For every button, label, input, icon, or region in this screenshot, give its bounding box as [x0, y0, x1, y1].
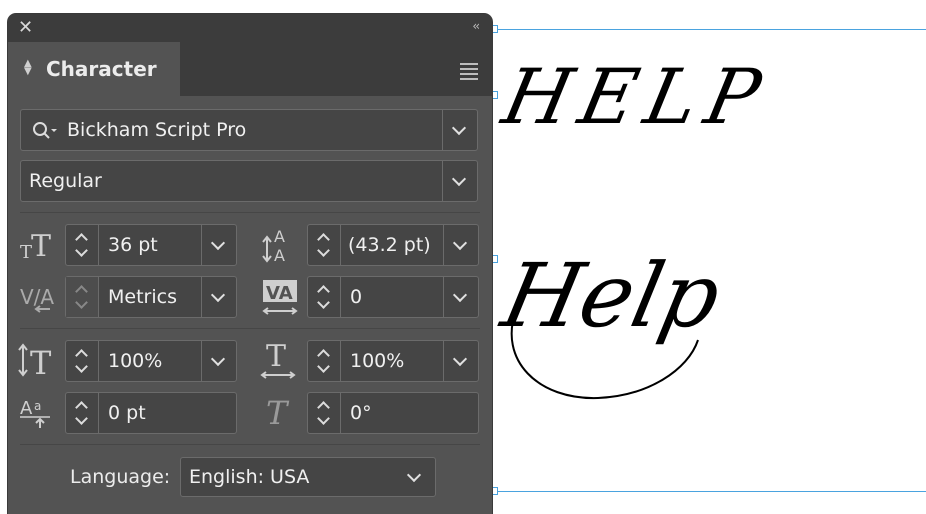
tracking-stepper[interactable] — [308, 277, 341, 317]
font-size-value: 36 pt — [108, 234, 158, 256]
baseline-shift-stepper[interactable] — [66, 393, 99, 433]
panel-tab-bar: ▲ ▼ Character — [8, 42, 492, 96]
text-frame-top-edge — [492, 29, 926, 30]
chevron-down-icon — [317, 412, 330, 425]
language-select[interactable]: English: USA — [180, 457, 436, 497]
leading-input[interactable]: (43.2 pt) — [307, 224, 479, 266]
panel-title-bar: ✕ ‹‹ — [8, 14, 492, 42]
skew-stepper[interactable] — [308, 393, 341, 433]
svg-text:T: T — [30, 344, 52, 378]
kerning-dropdown[interactable] — [201, 277, 236, 317]
horizontal-scale-value: 100% — [350, 350, 405, 372]
character-panel: ✕ ‹‹ ▲ ▼ Character Bickham Script Pro Reg… — [8, 14, 492, 514]
kerning-input[interactable]: Metrics — [65, 276, 237, 318]
horizontal-scale-input[interactable]: 100% — [307, 340, 479, 382]
kerning-stepper[interactable] — [66, 277, 99, 317]
leading-dropdown[interactable] — [443, 225, 478, 265]
tab-character-label: Character — [46, 57, 157, 81]
expand-arrows-icon[interactable]: ▲ ▼ — [24, 59, 32, 77]
baseline-shift-icon: A a — [20, 398, 50, 428]
svg-text:VA: VA — [266, 283, 293, 304]
panel-menu-icon[interactable] — [460, 63, 478, 83]
baseline-shift-input[interactable]: 0 pt — [65, 392, 237, 434]
language-label: Language: — [70, 466, 171, 488]
svg-text:A: A — [20, 398, 33, 419]
leading-value: (43.2 pt) — [348, 234, 431, 256]
font-style-dropdown[interactable] — [442, 161, 477, 201]
leading-stepper[interactable] — [308, 225, 341, 265]
horizontal-scale-icon: T — [260, 340, 296, 379]
chevron-down-icon — [317, 244, 330, 257]
chevron-down-icon — [75, 244, 88, 257]
font-size-icon: T T — [20, 229, 51, 262]
font-size-stepper[interactable] — [66, 225, 99, 265]
font-style-select[interactable]: Regular — [20, 160, 478, 202]
font-family-dropdown[interactable] — [442, 110, 477, 150]
divider — [20, 444, 480, 445]
svg-text:A: A — [274, 227, 285, 246]
collapse-panel-icon[interactable]: ‹‹ — [472, 19, 479, 33]
svg-text:V/A: V/A — [20, 285, 54, 309]
baseline-shift-value: 0 pt — [108, 402, 146, 424]
leading-icon: A A — [262, 227, 285, 264]
vertical-scale-value: 100% — [108, 350, 163, 372]
tracking-value: 0 — [350, 286, 363, 308]
tracking-input[interactable]: 0 — [307, 276, 479, 318]
svg-text:T: T — [31, 229, 51, 262]
svg-text:T: T — [266, 394, 290, 430]
font-family-value: Bickham Script Pro — [67, 119, 247, 141]
tab-character[interactable]: ▲ ▼ Character — [8, 42, 180, 96]
chevron-down-icon — [452, 235, 468, 251]
svg-text:a: a — [34, 399, 41, 413]
script-swash-flourish — [510, 309, 699, 400]
vertical-scale-icon: T — [18, 343, 52, 378]
chevron-down-icon — [210, 287, 226, 303]
font-family-select[interactable]: Bickham Script Pro — [20, 109, 478, 151]
kerning-value: Metrics — [108, 286, 177, 308]
chevron-down-icon — [452, 351, 468, 367]
chevron-down-icon — [451, 171, 467, 187]
vertical-scale-stepper[interactable] — [66, 341, 99, 381]
skew-icon: T — [266, 394, 290, 430]
tracking-dropdown[interactable] — [443, 277, 478, 317]
chevron-down-icon — [317, 296, 330, 309]
divider — [20, 328, 480, 329]
canvas-text-help-upper[interactable]: HELP — [496, 52, 778, 141]
font-size-input[interactable]: 36 pt — [65, 224, 237, 266]
chevron-down-icon — [452, 287, 468, 303]
language-value: English: USA — [189, 466, 310, 488]
svg-text:T: T — [266, 340, 286, 374]
vertical-scale-dropdown[interactable] — [201, 341, 236, 381]
chevron-down-icon — [75, 412, 88, 425]
close-icon[interactable]: ✕ — [18, 18, 33, 38]
font-size-dropdown[interactable] — [201, 225, 236, 265]
skew-value: 0° — [350, 402, 372, 424]
chevron-down-icon — [75, 296, 88, 309]
divider — [20, 212, 480, 213]
search-icon — [33, 122, 57, 139]
svg-text:A: A — [274, 246, 285, 264]
chevron-down-icon — [210, 351, 226, 367]
chevron-down-icon — [75, 360, 88, 373]
horizontal-scale-dropdown[interactable] — [443, 341, 478, 381]
chevron-down-icon — [451, 120, 467, 136]
font-style-value: Regular — [29, 170, 102, 192]
chevron-down-icon — [406, 467, 422, 483]
vertical-scale-input[interactable]: 100% — [65, 340, 237, 382]
skew-input[interactable]: 0° — [307, 392, 479, 434]
tracking-icon: VA — [262, 280, 298, 315]
chevron-down-icon — [210, 235, 226, 251]
text-frame-bottom-edge — [492, 491, 926, 492]
chevron-down-icon — [317, 360, 330, 373]
horizontal-scale-stepper[interactable] — [308, 341, 341, 381]
kerning-icon: V/A — [20, 285, 54, 313]
